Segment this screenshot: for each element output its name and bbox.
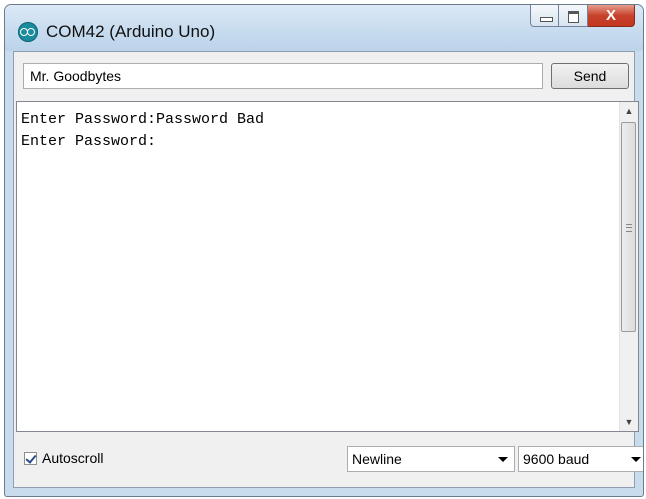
scroll-up-icon[interactable]: ▲ xyxy=(620,102,638,120)
window-title: COM42 (Arduino Uno) xyxy=(46,22,216,41)
maximize-button[interactable] xyxy=(559,5,588,27)
console-text: Enter Password:Password Bad Enter Passwo… xyxy=(21,111,265,150)
arduino-icon xyxy=(18,22,38,42)
chevron-down-icon xyxy=(498,457,508,462)
grip-icon xyxy=(626,224,632,232)
baud-rate-value: 9600 baud xyxy=(523,451,590,467)
serial-input[interactable]: Mr. Goodbytes xyxy=(23,63,543,89)
baud-rate-select[interactable]: 9600 baud xyxy=(518,446,643,472)
serial-monitor-body: Mr. Goodbytes Send Enter Password:Passwo… xyxy=(13,51,643,488)
minimize-button[interactable] xyxy=(530,5,559,27)
autoscroll-label: Autoscroll xyxy=(42,450,104,466)
serial-output[interactable]: Enter Password:Password Bad Enter Passwo… xyxy=(16,101,639,432)
vertical-scrollbar[interactable]: ▲ ▼ xyxy=(619,102,638,431)
scroll-down-icon[interactable]: ▼ xyxy=(620,413,638,431)
serial-monitor-window: COM42 (Arduino Uno) X Mr. Goodbytes Send… xyxy=(4,4,644,497)
chevron-down-icon xyxy=(631,457,641,462)
window-controls: X xyxy=(530,5,635,29)
close-button[interactable]: X xyxy=(588,5,635,27)
title-bar[interactable]: COM42 (Arduino Uno) X xyxy=(5,5,643,51)
autoscroll-checkbox[interactable] xyxy=(24,451,37,465)
scroll-thumb[interactable] xyxy=(621,122,636,332)
line-ending-value: Newline xyxy=(352,451,402,467)
send-button[interactable]: Send xyxy=(551,63,629,89)
autoscroll-option[interactable]: Autoscroll xyxy=(24,450,103,466)
line-ending-select[interactable]: Newline xyxy=(347,446,515,472)
close-icon: X xyxy=(605,7,616,24)
